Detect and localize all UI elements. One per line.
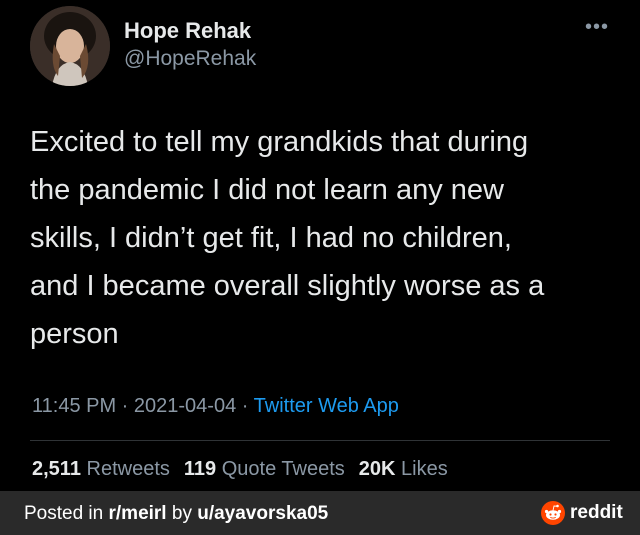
username-link[interactable]: u/ayavorska05 [197, 503, 328, 524]
tweet-time[interactable]: 11:45 PM [32, 395, 116, 417]
retweets-count: 2,511 [32, 458, 81, 480]
likes-stat[interactable]: 20K Likes [359, 458, 448, 480]
tweet-date[interactable]: 2021-04-04 [134, 395, 236, 417]
posted-in-text: Posted in r/meirl by u/ayavorska05 [24, 503, 328, 525]
retweets-label: Retweets [86, 458, 170, 480]
subreddit-link[interactable]: r/meirl [109, 503, 167, 524]
avatar[interactable] [30, 6, 110, 86]
reddit-brand-text: reddit [570, 502, 623, 523]
avatar-portrait-icon [30, 6, 110, 86]
quote-tweets-count: 119 [183, 458, 217, 480]
quote-tweets-label: Quote Tweets [221, 458, 345, 480]
likes-label: Likes [401, 458, 448, 480]
author-name[interactable]: Hope Rehak [124, 18, 251, 44]
separator: · [236, 395, 254, 417]
quote-tweets-stat[interactable]: 119 Quote Tweets [184, 458, 345, 480]
posted-prefix: Posted in [24, 503, 109, 524]
tweet-source[interactable]: Twitter Web App [254, 395, 399, 417]
likes-count: 20K [358, 458, 396, 480]
reddit-logo-icon [541, 501, 565, 525]
tweet-stats: 2,511 Retweets 119 Quote Tweets 20K Likes [32, 458, 448, 481]
posted-by: by [166, 503, 198, 524]
author-handle[interactable]: @HopeRehak [124, 47, 256, 71]
tweet-text: Excited to tell my grandkids that during… [30, 126, 545, 350]
retweets-stat[interactable]: 2,511 Retweets [32, 458, 170, 480]
tweet-card: Hope Rehak @HopeRehak ••• Excited to tel… [0, 0, 640, 490]
reddit-footer-bar: Posted in r/meirl by u/ayavorska05 reddi… [0, 491, 640, 535]
divider [30, 440, 610, 441]
more-horizontal-icon[interactable]: ••• [585, 16, 609, 39]
tweet-metadata: 11:45 PM · 2021-04-04 · Twitter Web App [32, 395, 399, 418]
separator: · [116, 395, 134, 417]
